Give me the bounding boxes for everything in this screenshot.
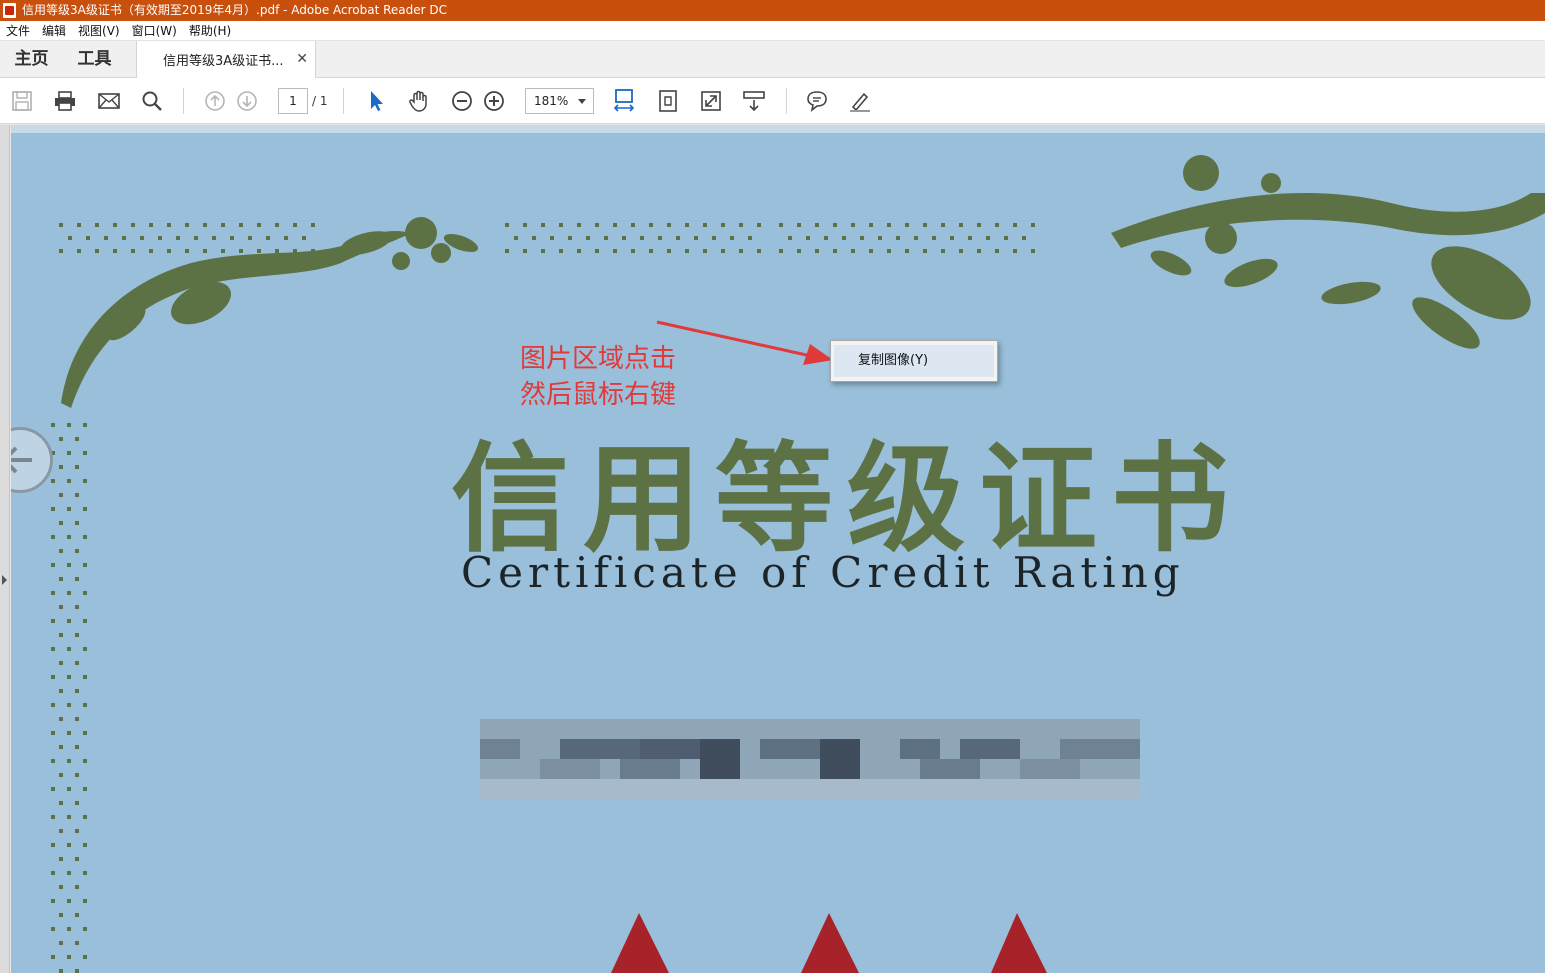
window-titlebar: 信用等级3A级证书（有效期至2019年4月）.pdf - Adobe Acrob… (0, 0, 1545, 21)
print-icon[interactable] (53, 89, 77, 113)
context-menu: 复制图像(Y) (830, 340, 998, 382)
page-total: / 1 (312, 94, 328, 108)
annotation-line-1: 图片区域点击 (520, 344, 677, 374)
tab-document-label: 信用等级3A级证书... (163, 54, 284, 69)
fit-width-icon[interactable] (612, 89, 636, 113)
redacted-name-block (480, 719, 1140, 799)
tab-home[interactable]: 主页 (0, 41, 63, 77)
toolbar-separator (183, 88, 184, 114)
expand-arrow-icon (2, 575, 7, 585)
fit-page-icon[interactable] (656, 89, 680, 113)
document-pane[interactable]: 信用等级证书 Certificate of Credit Rating 图片区域… (11, 125, 1545, 973)
menu-bar: 文件 编辑 视图(V) 窗口(W) 帮助(H) (0, 21, 1545, 41)
scroll-mode-icon[interactable] (742, 89, 766, 113)
search-icon[interactable] (140, 89, 164, 113)
previous-view-button[interactable] (11, 427, 53, 493)
tab-document[interactable]: 信用等级3A级证书... ✕ (136, 41, 316, 78)
tab-tools[interactable]: 工具 (63, 41, 126, 77)
menu-file[interactable]: 文件 (0, 21, 36, 41)
zoom-in-icon[interactable] (482, 89, 506, 113)
hand-icon[interactable] (407, 89, 431, 113)
page-number-input[interactable]: 1 (278, 88, 308, 114)
zoom-value: 181% (534, 94, 569, 108)
tab-bar: 主页 工具 信用等级3A级证书... ✕ (0, 41, 1545, 78)
menu-view[interactable]: 视图(V) (72, 21, 126, 41)
certificate-title-en: Certificate of Credit Rating (461, 548, 1185, 597)
arrow-left-icon (11, 446, 32, 474)
email-icon[interactable] (97, 89, 121, 113)
menu-help[interactable]: 帮助(H) (183, 21, 237, 41)
page-down-icon[interactable] (235, 89, 259, 113)
zoom-out-icon[interactable] (450, 89, 474, 113)
comment-icon[interactable] (805, 89, 829, 113)
window-title: 信用等级3A级证书（有效期至2019年4月）.pdf - Adobe Acrob… (22, 3, 448, 17)
annotation-arrow (656, 320, 833, 365)
annotation-line-2: 然后鼠标右键 (520, 380, 677, 410)
menu-edit[interactable]: 编辑 (36, 21, 72, 41)
certificate-page[interactable]: 信用等级证书 Certificate of Credit Rating 图片区域… (11, 133, 1545, 973)
save-icon[interactable] (10, 89, 34, 113)
left-panel-toggle[interactable] (0, 125, 10, 973)
acrobat-app-icon (3, 3, 16, 18)
highlight-icon[interactable] (848, 89, 872, 113)
select-arrow-icon[interactable] (364, 89, 388, 113)
rating-triangles (611, 913, 1047, 973)
close-tab-icon[interactable]: ✕ (296, 51, 308, 67)
copy-image-menu-item[interactable]: 复制图像(Y) (834, 345, 994, 377)
fullscreen-icon[interactable] (699, 89, 723, 113)
toolbar-separator (786, 88, 787, 114)
zoom-select[interactable]: 181% (525, 88, 594, 114)
toolbar (0, 78, 1545, 124)
toolbar-separator (343, 88, 344, 114)
annotation-text: 图片区域点击 然后鼠标右键 (520, 341, 676, 413)
chevron-down-icon (578, 99, 586, 104)
menu-window[interactable]: 窗口(W) (126, 21, 183, 41)
page-up-icon[interactable] (203, 89, 227, 113)
